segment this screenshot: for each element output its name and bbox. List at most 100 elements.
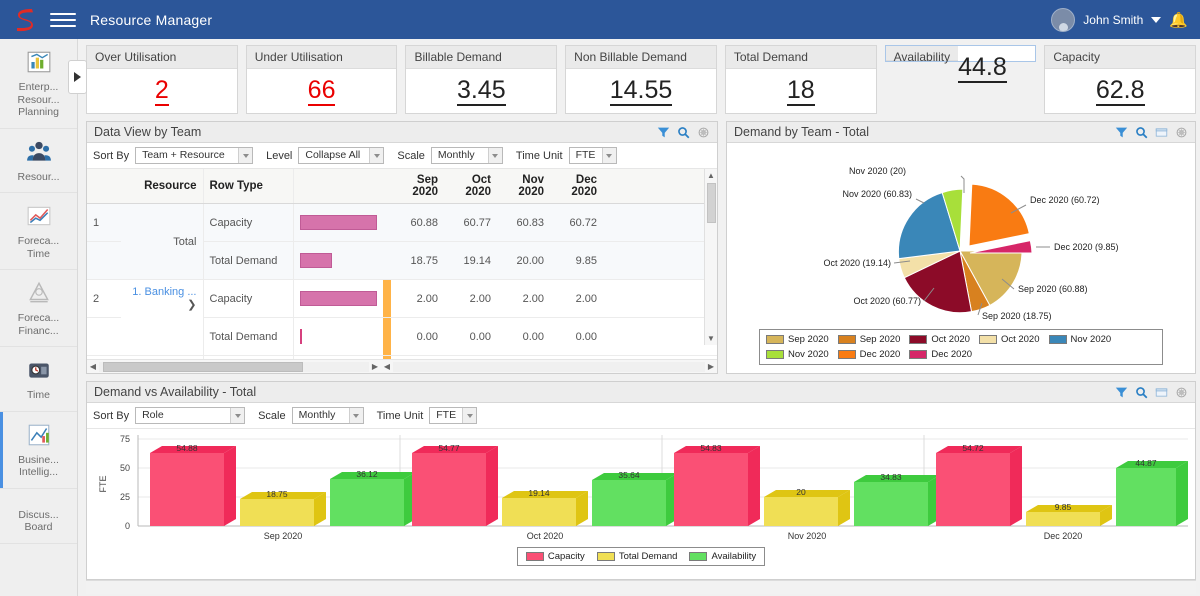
cell-value: 60.77 (444, 203, 497, 242)
chevron-down-icon (369, 148, 384, 163)
bar-label: 44.87 (1135, 458, 1157, 468)
footer-strip (86, 580, 1196, 594)
legend-item: Availability (689, 551, 756, 562)
col-sep-2020[interactable]: Sep 2020 (391, 169, 444, 204)
level-select[interactable]: Collapse All (298, 147, 385, 164)
scroll-down-icon[interactable]: ▼ (705, 332, 717, 345)
cell-resource-link[interactable]: 1. Banking ... (132, 286, 196, 298)
scale-select[interactable]: Monthly (430, 147, 503, 164)
scroll-up-icon[interactable]: ▲ (705, 169, 717, 182)
sidebar-label-line2: Intellig... (18, 466, 59, 478)
chevron-down-icon (487, 148, 502, 163)
grid-hscroll-right[interactable]: ◀ ▶ (381, 360, 717, 373)
settings-icon[interactable] (1175, 126, 1188, 139)
sidebar-label-line1: Discus... (18, 508, 59, 521)
scroll-thumb[interactable] (707, 183, 716, 223)
notification-bell-icon[interactable]: 🔔 (1169, 11, 1188, 29)
search-icon[interactable] (677, 126, 690, 139)
bar-label: 36.12 (356, 469, 378, 479)
kpi-title: Over Utilisation (87, 46, 237, 69)
hamburger-icon[interactable] (50, 9, 76, 31)
table-row[interactable]: 2 1. Banking ... ❯ Capacity 2.00 2.00 2.0… (87, 279, 717, 356)
cell-value: 2.00 (497, 279, 550, 318)
grid-vertical-scrollbar[interactable]: ▲ ▼ (704, 169, 717, 345)
kpi-card-over-utilisation[interactable]: Over Utilisation 2 (86, 45, 238, 114)
legend-swatch (525, 552, 544, 561)
legend-swatch (837, 350, 856, 359)
filter-icon[interactable] (1115, 386, 1128, 399)
col-row-type[interactable]: Row Type (202, 169, 293, 204)
scale-label: Scale (397, 149, 425, 162)
sidebar-item-enterprise-resource-planning[interactable]: Enterp... Resour... Planning (0, 39, 77, 129)
avatar[interactable] (1051, 7, 1076, 32)
col-resource[interactable]: Resource (121, 169, 203, 204)
legend-swatch (596, 552, 615, 561)
bar-chart-area[interactable]: 75 50 25 0 FTE 54.88 18.75 36.12 Sep 202… (87, 429, 1195, 579)
sort-by-select[interactable]: Role (135, 407, 246, 424)
legend-swatch (978, 335, 997, 344)
sidebar-label-line1: Busine... (18, 453, 59, 466)
scale-select[interactable]: Monthly (291, 407, 364, 424)
sidebar-item-resources[interactable]: Resour... (0, 129, 77, 193)
window-icon[interactable] (1155, 386, 1168, 399)
grid-horizontal-scrollbars[interactable]: ◀ ▶ ◀ ▶ (87, 359, 717, 373)
row-expander-icon[interactable]: ❯ (187, 298, 196, 311)
demand-vs-availability-panel: Demand vs Availability - Total Sort By R… (86, 381, 1196, 580)
kpi-card-under-utilisation[interactable]: Under Utilisation 66 (245, 45, 398, 114)
pie-legend: Sep 2020 Sep 2020 Oct 2020 Oct 2020 Nov … (759, 329, 1163, 365)
settings-icon[interactable] (1175, 386, 1188, 399)
kpi-card-capacity[interactable]: Capacity 62.8 (1044, 45, 1197, 114)
filter-icon[interactable] (1115, 126, 1128, 139)
kpi-card-non-billable-demand[interactable]: Non Billable Demand 14.55 (565, 45, 717, 114)
chevron-down-icon[interactable] (1151, 16, 1162, 23)
sidebar-item-time[interactable]: Time (0, 347, 77, 412)
time-unit-select[interactable]: FTE (568, 147, 617, 164)
data-grid[interactable]: Resource Row Type Sep 2020 Oct 2020 Nov … (87, 169, 717, 359)
settings-icon[interactable] (697, 126, 710, 139)
table-row[interactable]: 1 Total Capacity 60.88 60.77 60.83 60.72 (87, 203, 717, 280)
scroll-left-icon[interactable]: ◀ (87, 362, 99, 371)
legend-item: Dec 2020 (909, 349, 972, 360)
scroll-right-icon[interactable]: ▶ (369, 362, 381, 371)
cell-value: 0.00 (550, 317, 603, 356)
scroll-left-icon[interactable]: ◀ (381, 362, 393, 371)
time-unit-select[interactable]: FTE (429, 407, 478, 424)
col-oct-2020[interactable]: Oct 2020 (444, 169, 497, 204)
grid-hscroll-left[interactable]: ◀ ▶ (87, 360, 381, 373)
search-icon[interactable] (1135, 126, 1148, 139)
col-dec-2020[interactable]: Dec 2020 (550, 169, 603, 204)
window-icon[interactable] (1155, 126, 1168, 139)
demand-by-team-panel: Demand by Team - Total Nov 2020 (20) Nov… (726, 121, 1196, 374)
kpi-card-billable-demand[interactable]: Billable Demand 3.45 (405, 45, 558, 114)
user-name[interactable]: John Smith (1083, 13, 1143, 27)
sidebar-item-discussion-board[interactable]: Discus... Board (0, 489, 77, 544)
cell-value: 18.75 (391, 241, 444, 280)
sidebar-item-forecast-financials[interactable]: Foreca... Financ... (0, 270, 77, 347)
legend-swatch (689, 552, 708, 561)
sidebar-item-forecast-time[interactable]: Foreca... Time (0, 193, 77, 270)
sidebar-item-business-intelligence[interactable]: Busine... Intellig... (0, 411, 77, 489)
col-tail (603, 169, 717, 204)
col-index[interactable] (87, 169, 121, 204)
pie-label-sep-2020-1875: Sep 2020 (18.75) (982, 311, 1052, 321)
scroll-right-icon[interactable]: ▶ (705, 362, 717, 371)
sort-by-select[interactable]: Team + Resource (135, 147, 254, 164)
search-icon[interactable] (1135, 386, 1148, 399)
sidebar-label-line1: Resour... (17, 170, 60, 183)
bar-label: 54.72 (962, 443, 984, 453)
col-nov-2020[interactable]: Nov 2020 (497, 169, 550, 204)
col-bar[interactable] (292, 169, 383, 204)
panel-title: Demand by Team - Total (734, 125, 870, 139)
kpi-card-availability[interactable]: Availability 44.8 (884, 45, 1037, 83)
kpi-card-total-demand[interactable]: Total Demand 18 (724, 45, 877, 114)
sidebar-expand-icon[interactable] (68, 60, 87, 94)
legend-label: Nov 2020 (788, 349, 829, 360)
cell-value: 20.00 (497, 241, 550, 280)
s-logo-icon[interactable] (10, 5, 40, 35)
bar-label: 9.85 (1055, 502, 1072, 512)
filter-icon[interactable] (657, 126, 670, 139)
bar-label: 35.64 (618, 470, 640, 480)
table-row[interactable] (87, 355, 717, 359)
cell-value: 0.00 (444, 317, 497, 356)
pie-chart-area[interactable]: Nov 2020 (20) Nov 2020 (60.83) Oct 2020 … (727, 143, 1195, 373)
